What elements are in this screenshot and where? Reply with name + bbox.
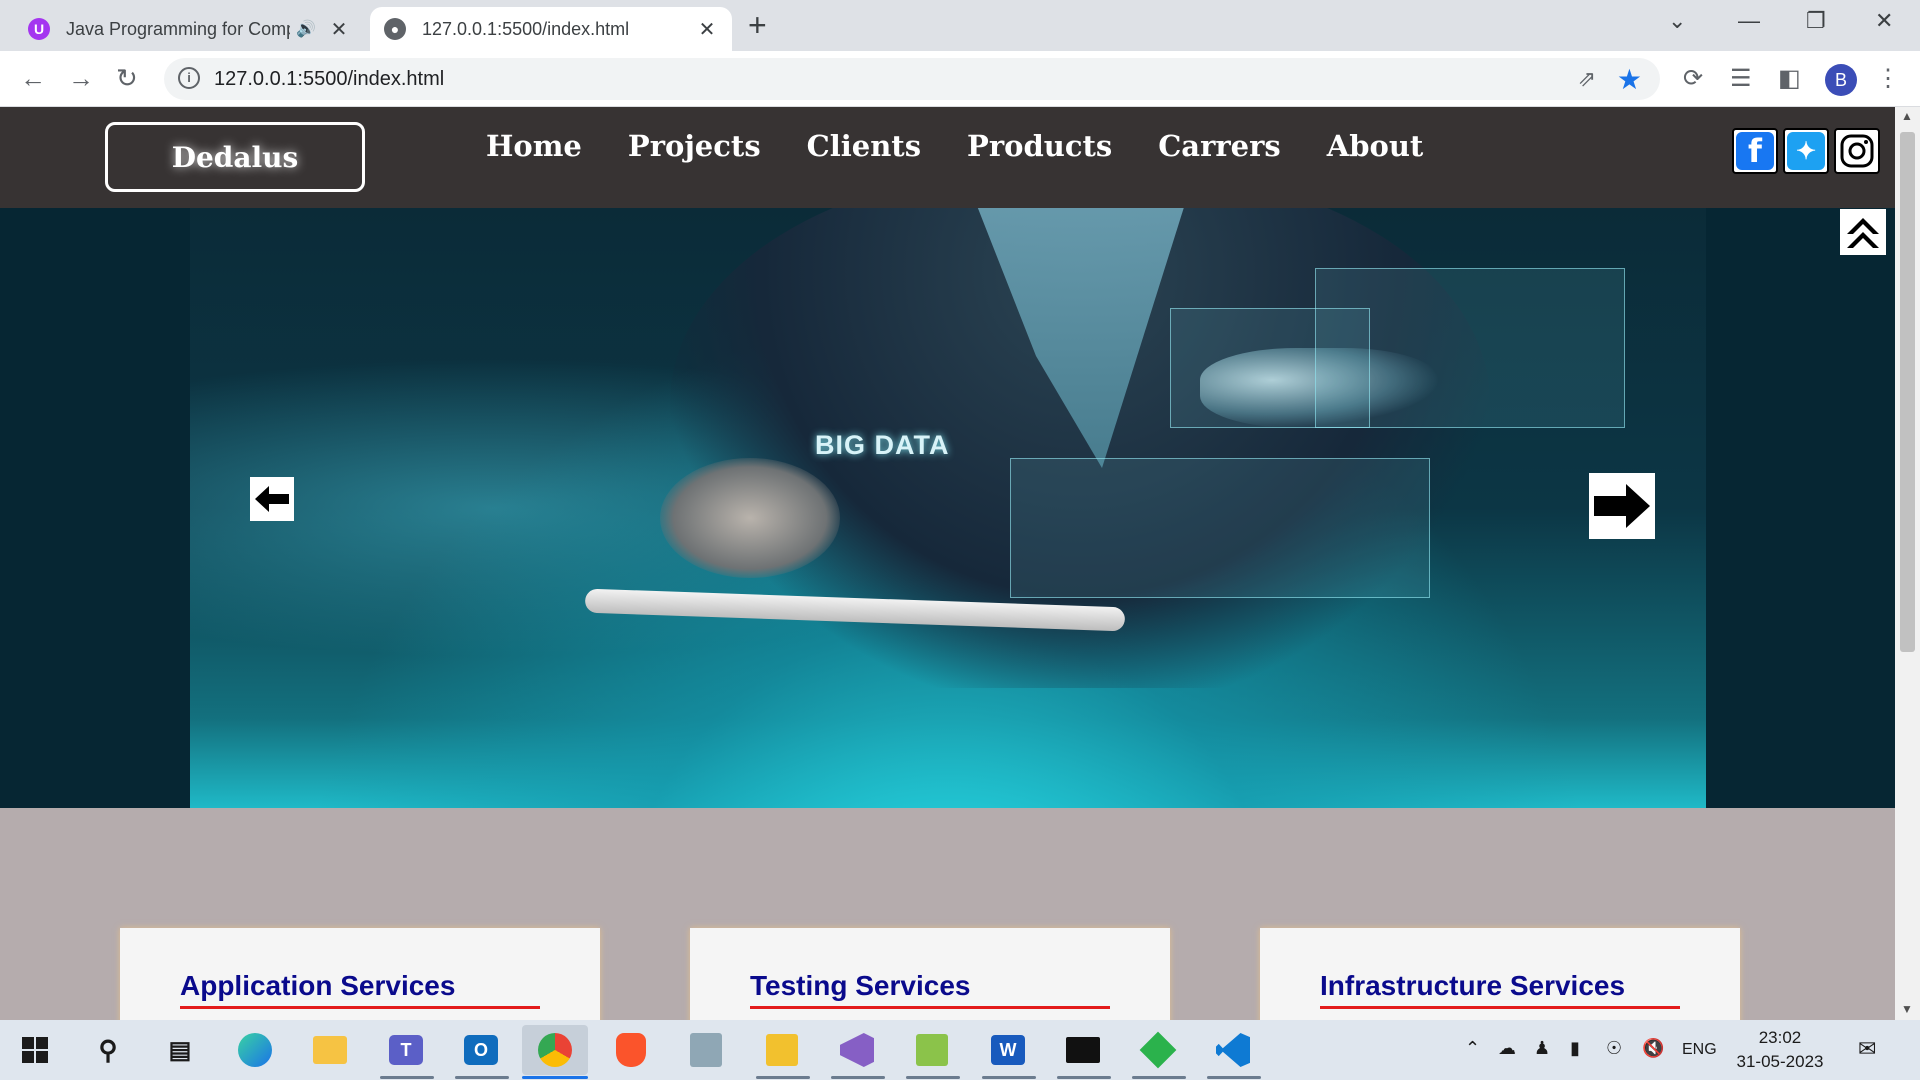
service-card-infrastructure[interactable]: Infrastructure Services — [1260, 928, 1740, 1020]
notepad-plus-icon[interactable] — [912, 1030, 952, 1070]
bookmark-star-icon[interactable]: ★ — [1617, 63, 1642, 96]
service-card-title: Testing Services — [750, 970, 971, 1001]
browser-toolbar: ← → ↻ i 127.0.0.1:5500/index.html ⇗ ★ ⟳ … — [0, 51, 1920, 107]
task-view-icon[interactable]: ▤ — [160, 1030, 200, 1070]
hero-overlay-text: BIG DATA — [815, 430, 950, 460]
forward-button[interactable]: → — [68, 63, 94, 93]
close-window-button[interactable]: ✕ — [1875, 8, 1893, 34]
volume-muted-icon[interactable]: 🔇 — [1642, 1038, 1664, 1059]
show-hidden-icons-icon[interactable]: ⌃ — [1465, 1038, 1480, 1059]
page-scrollbar[interactable]: ▲ ▼ — [1895, 107, 1920, 1020]
clock-time: 23:02 — [1758, 1028, 1802, 1047]
hero-image: BIG DATA — [190, 208, 1706, 808]
brave-icon[interactable] — [611, 1030, 651, 1070]
system-clock[interactable]: 23:02 31-05-2023 — [1730, 1026, 1830, 1074]
windows-taskbar: ⚲ ▤ T O W ⌃ ☁ ♟ ▮ ☉ 🔇 ENG 23:02 31-05-20… — [0, 1020, 1920, 1080]
restore-button[interactable]: ❐ — [1806, 8, 1826, 34]
nav-projects[interactable]: Projects — [628, 129, 761, 163]
minimize-button[interactable]: — — [1738, 8, 1760, 34]
twitter-icon[interactable]: ✦ — [1783, 128, 1829, 174]
address-url[interactable]: 127.0.0.1:5500/index.html — [214, 68, 444, 91]
scroll-to-top-button[interactable] — [1840, 209, 1886, 255]
browser-tab-strip: U Java Programming for Comp 🔊 ✕ ● 127.0.… — [0, 0, 1920, 51]
speaker-icon[interactable]: 🔊 — [296, 19, 316, 39]
close-tab-icon[interactable]: ✕ — [328, 17, 350, 42]
share-icon[interactable]: ⇗ — [1578, 66, 1596, 92]
notifications-icon[interactable]: ✉ — [1858, 1036, 1876, 1062]
extension-icon[interactable]: ⟳ — [1683, 65, 1703, 93]
word-icon[interactable]: W — [988, 1030, 1028, 1070]
search-icon[interactable]: ⚲ — [88, 1030, 128, 1070]
nav-clients[interactable]: Clients — [807, 129, 921, 163]
tab-java-programming[interactable]: U Java Programming for Comp 🔊 ✕ — [14, 7, 364, 51]
file-explorer-icon[interactable] — [310, 1030, 350, 1070]
vscode-icon[interactable] — [1213, 1030, 1253, 1070]
nav-home[interactable]: Home — [486, 129, 582, 163]
profile-avatar[interactable]: B — [1825, 64, 1857, 96]
back-button[interactable]: ← — [20, 63, 46, 93]
language-indicator[interactable]: ENG — [1682, 1041, 1717, 1059]
divider — [1320, 1006, 1680, 1009]
carousel-next-button[interactable] — [1589, 473, 1655, 539]
scroll-up-arrow-icon[interactable]: ▲ — [1901, 109, 1913, 123]
nav-about[interactable]: About — [1327, 129, 1424, 163]
windows-start-icon[interactable] — [15, 1030, 55, 1070]
teams-tray-icon[interactable]: ♟ — [1534, 1038, 1550, 1059]
hero-carousel: BIG DATA — [0, 208, 1895, 808]
globe-icon: ● — [384, 18, 406, 40]
new-tab-button[interactable]: + — [748, 9, 767, 41]
menu-icon[interactable]: ⋮ — [1876, 65, 1900, 93]
service-card-title: Application Services — [180, 970, 456, 1001]
service-card-application[interactable]: Application Services — [120, 928, 600, 1020]
scroll-down-arrow-icon[interactable]: ▼ — [1901, 1002, 1913, 1016]
service-card-title: Infrastructure Services — [1320, 970, 1626, 1001]
address-bar[interactable]: i 127.0.0.1:5500/index.html ⇗ ★ — [164, 58, 1660, 100]
media-control-icon[interactable]: ☰ — [1730, 65, 1752, 93]
divider — [750, 1006, 1110, 1009]
onedrive-icon[interactable]: ☁ — [1498, 1038, 1516, 1059]
brand-logo-button[interactable]: Dedalus — [105, 122, 365, 192]
tab-search-icon[interactable]: ⌄ — [1668, 8, 1686, 34]
terminal-icon[interactable] — [1063, 1030, 1103, 1070]
chrome-icon[interactable] — [522, 1025, 588, 1075]
reload-button[interactable]: ↻ — [116, 63, 138, 93]
tab-title: 127.0.0.1:5500/index.html — [422, 18, 630, 39]
carousel-prev-button[interactable] — [250, 477, 294, 521]
battery-icon[interactable]: ▮ — [1570, 1038, 1580, 1059]
clock-date: 31-05-2023 — [1736, 1052, 1824, 1071]
paint-icon[interactable] — [762, 1030, 802, 1070]
nav-carrers[interactable]: Carrers — [1158, 129, 1281, 163]
site-header: Dedalus Home Projects Clients Products C… — [0, 107, 1895, 208]
outlook-icon[interactable]: O — [461, 1030, 501, 1070]
tab-title: Java Programming for Comp — [66, 18, 291, 39]
tab-localhost[interactable]: ● 127.0.0.1:5500/index.html ✕ — [370, 7, 732, 51]
wifi-icon[interactable]: ☉ — [1606, 1038, 1622, 1059]
main-nav: Home Projects Clients Products Carrers A… — [486, 129, 1423, 163]
page-viewport: Dedalus Home Projects Clients Products C… — [0, 107, 1895, 1020]
visual-studio-icon[interactable] — [837, 1030, 877, 1070]
scrollbar-thumb[interactable] — [1900, 132, 1915, 652]
udemy-icon: U — [28, 18, 50, 40]
service-card-testing[interactable]: Testing Services — [690, 928, 1170, 1020]
git-icon[interactable] — [1138, 1030, 1178, 1070]
nav-products[interactable]: Products — [967, 129, 1112, 163]
instagram-icon[interactable] — [1834, 128, 1880, 174]
site-info-icon[interactable]: i — [178, 67, 200, 89]
edge-icon[interactable] — [235, 1030, 275, 1070]
teams-icon[interactable]: T — [386, 1030, 426, 1070]
side-panel-icon[interactable]: ◧ — [1778, 65, 1801, 93]
close-tab-icon[interactable]: ✕ — [696, 17, 718, 42]
facebook-icon[interactable]: f — [1732, 128, 1778, 174]
divider — [180, 1006, 540, 1009]
app-icon[interactable] — [686, 1030, 726, 1070]
